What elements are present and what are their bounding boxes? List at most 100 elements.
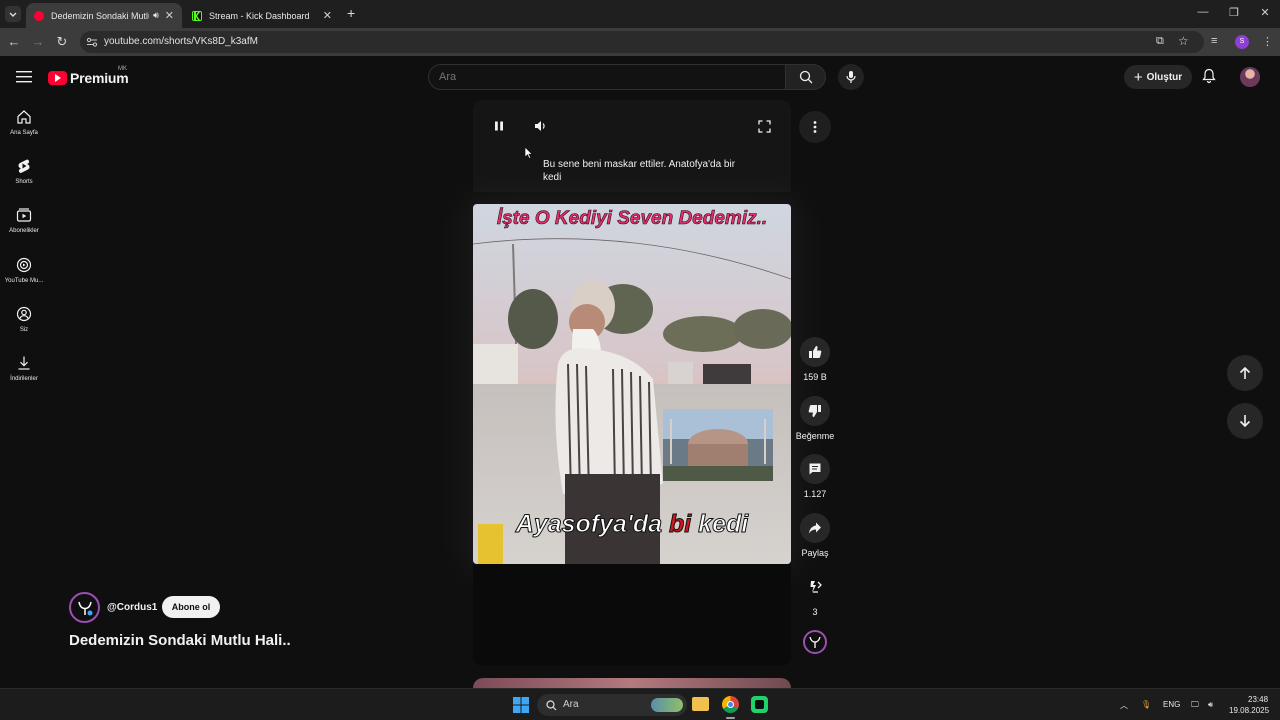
restore-icon[interactable]: ❐ [1227,6,1241,19]
channel-name[interactable]: @Cordus1 [107,602,157,613]
volume-tray-icon[interactable]: 🔊︎ [1208,700,1213,710]
browser-tab-strip: Dedemizin Sondaki Mutlu Hali.. 🔊︎ ✕ Stre… [0,0,1280,28]
hamburger-menu-icon[interactable] [16,70,32,84]
browser-menu-icon[interactable]: ⋮ [1262,35,1273,48]
sidebar-item-label: Siz [19,327,29,333]
subscribe-button[interactable]: Abone ol [162,596,220,618]
youtube-premium-logo[interactable]: Premium MK [48,66,129,86]
show-hidden-icons[interactable]: ︿ [1120,700,1128,711]
clock-time[interactable]: 23:48 [1248,695,1268,704]
network-icon[interactable]: 🖵︎ [1191,700,1199,710]
taskbar-search[interactable]: Ara [537,694,687,716]
install-app-icon[interactable]: ⧉ [1156,35,1164,48]
search-icon [799,70,812,84]
previous-short-button[interactable] [1227,355,1263,391]
remix-count: 3 [812,607,818,617]
sidebar-item-label: İndirilenler [10,376,38,382]
video-caption: Bu sene beni maskar ettiler. Anatofya'da… [543,159,736,183]
next-short-preview[interactable] [473,678,791,688]
address-bar[interactable]: youtube.com/shorts/VKs8D_k3afM ⧉ ☆ [80,31,1204,53]
tab-kick-dashboard[interactable]: Stream - Kick Dashboard ✕ [184,3,340,28]
youtube-page: Premium MK + Oluştur Ana Sayfa Shorts Ab… [0,56,1280,688]
share-icon [809,522,821,534]
sidebar-item-you[interactable]: Siz [0,305,48,333]
browser-profile-avatar[interactable]: S [1235,35,1249,49]
remix-action[interactable]: 3 [798,572,832,617]
youtube-play-logo-icon [48,71,67,85]
windows-start-icon[interactable] [513,697,529,713]
channel-sound-avatar[interactable] [803,630,827,654]
tab-youtube[interactable]: Dedemizin Sondaki Mutlu Hali.. 🔊︎ ✕ [26,3,182,28]
close-tab-icon[interactable]: ✕ [323,9,332,22]
new-tab-button[interactable]: + [347,5,355,21]
minimize-icon[interactable]: — [1196,6,1210,18]
active-app-indicator [726,717,735,719]
youtube-music-icon [16,257,32,273]
downloads-icon [18,356,30,370]
arrow-down-icon [1239,415,1251,428]
like-count: 159 B [803,372,827,382]
bookmark-star-icon[interactable]: ☆ [1178,34,1189,48]
sidebar-item-label: YouTube Mu... [4,278,44,284]
reload-icon[interactable]: ↻ [54,34,70,50]
fullscreen-icon[interactable] [758,120,771,133]
speaker-icon[interactable]: 🔊︎ [153,10,159,21]
microphone-tray-icon[interactable]: 🎙︎ [1141,700,1151,709]
volume-icon[interactable] [534,120,548,132]
notifications-bell-icon[interactable] [1202,68,1216,84]
site-info-icon[interactable] [86,36,98,48]
video-overlay-subtitle: Ayasofya'da bi kedi [473,510,791,539]
sidebar-item-subscriptions[interactable]: Abonelikler [0,206,48,234]
share-action[interactable]: Paylaş [798,513,832,558]
search-input[interactable] [439,71,769,83]
country-code: MK [118,66,127,72]
mouse-cursor-icon [524,146,533,159]
video-letterbox [473,564,791,666]
short-title: Dedemizin Sondaki Mutlu Hali.. [69,632,291,649]
file-explorer-icon[interactable] [692,697,709,711]
thumbs-up-icon [809,346,822,358]
media-control-icon[interactable]: ≡ [1211,35,1217,47]
sidebar-item-shorts[interactable]: Shorts [0,157,48,185]
you-icon [16,306,32,322]
video-overlay-title: İşte O Kediyi Seven Dedemiz.. [496,208,768,230]
more-options-button[interactable] [799,111,831,143]
tab-search-button[interactable] [5,6,21,22]
back-icon[interactable]: ← [6,34,22,50]
search-button[interactable] [786,64,826,90]
search-box[interactable] [428,64,786,90]
comment-icon [809,463,821,475]
clock-date[interactable]: 19.08.2025 [1229,706,1269,715]
account-avatar[interactable] [1240,67,1260,87]
comments-action[interactable]: 1.127 [798,454,832,499]
share-label: Paylaş [801,548,829,558]
tab-title: Dedemizin Sondaki Mutlu Hali.. [51,10,149,21]
chevron-down-icon [9,12,17,17]
sidebar-item-youtube-music[interactable]: YouTube Mu... [0,256,48,284]
sidebar-item-downloads[interactable]: İndirilenler [0,354,48,382]
close-tab-icon[interactable]: ✕ [165,9,174,22]
close-window-icon[interactable]: ✕ [1258,6,1272,19]
overlay-subtitle-part: kedi [691,510,749,539]
microphone-icon [846,71,856,83]
shorts-player-header: Bu sene beni maskar ettiler. Anatofya'da… [473,100,791,192]
pause-icon[interactable] [493,120,505,132]
kick-app-icon[interactable] [751,696,768,713]
short-video[interactable]: İşte O Kediyi Seven Dedemiz.. Ayasofya'd… [473,204,791,564]
language-indicator[interactable]: ENG [1163,700,1180,709]
forward-icon[interactable]: → [30,34,46,50]
tab-title: Stream - Kick Dashboard [209,10,310,21]
sidebar-item-home[interactable]: Ana Sayfa [0,108,48,136]
thumbs-down-icon [808,405,821,417]
chrome-icon[interactable] [722,696,739,713]
create-button[interactable]: + Oluştur [1124,65,1192,89]
home-icon [17,110,31,124]
taskbar-search-label: Ara [563,699,579,710]
next-short-button[interactable] [1227,403,1263,439]
channel-avatar[interactable] [69,592,100,623]
dislike-action[interactable]: Beğenme [796,396,834,441]
like-action[interactable]: 159 B [798,337,832,382]
overlay-subtitle-part: Ayasofya'da [515,510,670,539]
voice-search-button[interactable] [838,64,864,90]
subscriptions-icon [16,208,32,222]
